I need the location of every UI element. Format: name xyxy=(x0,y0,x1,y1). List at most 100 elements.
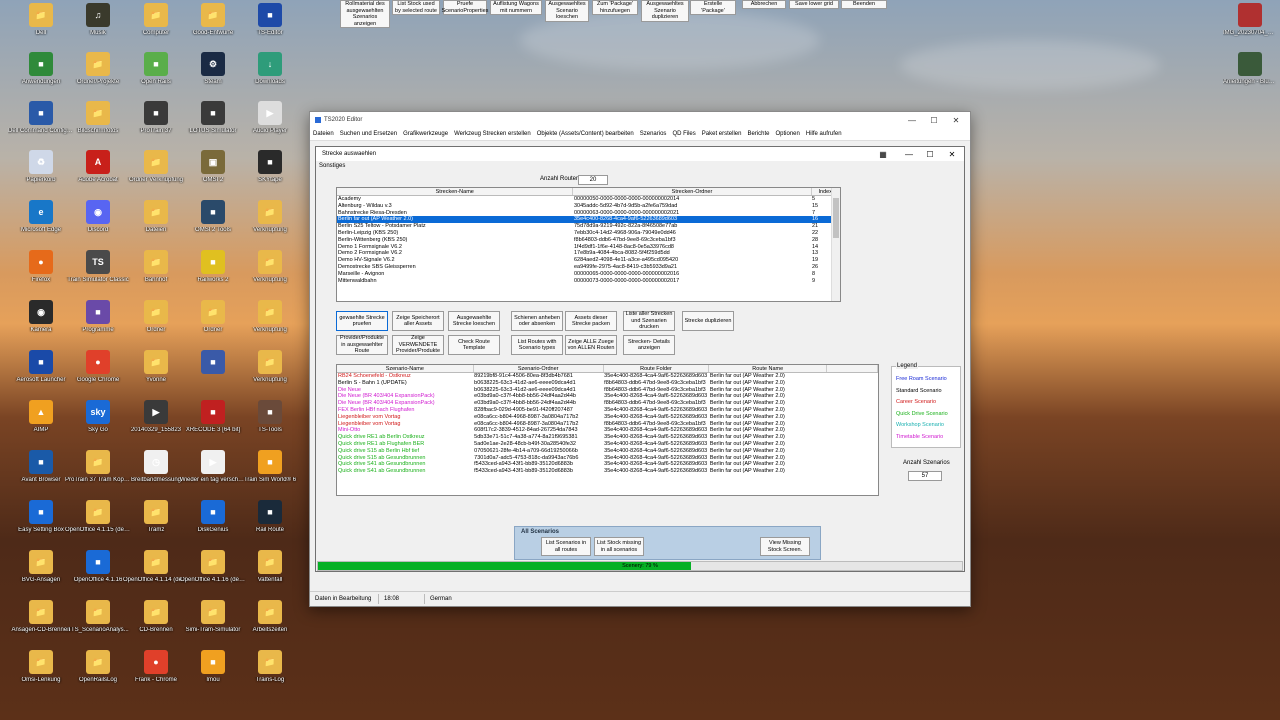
desktop-icon[interactable]: 📁 OpenRailsLog xyxy=(70,650,126,706)
desktop-icon[interactable]: ▶ 20140329_155823 xyxy=(128,400,184,456)
editor-titlebar[interactable]: TS2020 Editor — ☐ ✕ xyxy=(310,112,970,128)
menu-item[interactable]: Paket erstellen xyxy=(702,131,742,137)
pack-assets-button[interactable]: Assets dieser Strecke packen xyxy=(565,311,617,331)
desktop-icon[interactable]: 📁 Ordner xyxy=(185,300,241,356)
desktop-icon[interactable]: 📁 Simi-Tram-Simulator xyxy=(185,600,241,656)
menu-item[interactable]: Hilfe aufrufen xyxy=(806,131,842,137)
table-row[interactable]: Berlin-Wittenberg (KBS 250) f8b64803-ddb6… xyxy=(337,237,840,244)
desktop-icon[interactable]: 📁 ProTrain 37 Tram Köpenick xyxy=(65,450,131,506)
desktop-icon[interactable]: ▲ AIMP xyxy=(13,400,69,456)
providers-in-route-button[interactable]: Provider/Produkte in ausgewaehlter Route xyxy=(336,335,388,355)
desktop-icon[interactable]: ■ TS-Editor xyxy=(242,3,298,59)
desktop-icon[interactable]: 📁 Trains-Log xyxy=(242,650,298,706)
desktop-icon[interactable]: sky Sky Go xyxy=(70,400,126,456)
desktop-icon[interactable]: ↓ Downloads xyxy=(242,52,298,108)
table-row[interactable]: Quick drive RE1 ab Flughafen BER 5ad0e1ae… xyxy=(337,441,878,448)
menu-item[interactable]: Grafikwerkzeuge xyxy=(403,131,448,137)
list-stock-missing-button[interactable]: List Stock missing in all scenarios xyxy=(594,537,644,556)
layout-icon[interactable]: ▦ xyxy=(873,147,893,161)
column-header[interactable]: Strecken-Name xyxy=(337,188,574,196)
menu-item[interactable]: Optionen xyxy=(776,131,800,137)
menu-item[interactable]: Werkzeug Strecken erstellen xyxy=(454,131,531,137)
desktop-icon[interactable]: 📁 Verknüpfung xyxy=(242,300,298,356)
desktop-icon[interactable]: ■ Open Rails xyxy=(128,52,184,108)
menu-item[interactable]: Suchen und Ersetzen xyxy=(340,131,397,137)
table-row[interactable]: Demo 1 Formsignale V6.2 1f4d9df1-1f6e-414… xyxy=(337,244,840,251)
column-header[interactable]: Strecken-Ordner xyxy=(572,188,812,196)
desktop-icon[interactable]: ■ OpenOffice 4.1.16 xyxy=(70,550,126,606)
desktop-icon[interactable]: 📁 Good-Entwürfe xyxy=(185,3,241,59)
desktop-icon[interactable]: ■ Aerosoft Launcher xyxy=(13,350,69,406)
desktop-icon[interactable]: TS Train Simulator Classic xyxy=(67,250,129,306)
desktop-icon[interactable]: 📁 TTS_ScenarioAnalys... xyxy=(67,600,129,656)
print-list-button[interactable]: Liste aller Strecken und Szenarien druck… xyxy=(623,311,675,331)
desktop-icon[interactable]: ■ DiskGenius xyxy=(185,500,241,556)
menu-sonstiges[interactable]: Sonstiges xyxy=(316,161,964,171)
table-row[interactable]: Demo HV-Signale V6.2 6284aed2-4098-4e11-a… xyxy=(337,257,840,264)
table-row[interactable]: Demostrecke SBS Gleissperren ea9499fe-297… xyxy=(337,264,840,271)
table-row[interactable]: Mini-Otto 608f17c2-3839-4512-84ad-267254d… xyxy=(337,427,878,434)
desktop-icon[interactable]: ♫ Musik xyxy=(70,3,126,59)
desktop-icon[interactable]: ■ Easy Setting Box xyxy=(13,500,69,556)
desktop-icon[interactable]: ■ ProTrain 37 xyxy=(128,101,184,157)
list-routes-scenario-types-button[interactable]: List Routes with Scenario types xyxy=(511,335,563,355)
table-row[interactable]: Quick drive RE1 ab Berlin Ostkreuz 5db33e… xyxy=(337,434,878,441)
minimize-icon[interactable]: — xyxy=(901,112,923,128)
desktop-icon[interactable]: Anleitungen - Blüchs Blitz xyxy=(1222,52,1278,108)
desktop-icon[interactable]: 📁 BVG-Ansagen xyxy=(13,550,69,606)
dialog-minimize-icon[interactable]: — xyxy=(899,147,919,161)
table-row[interactable]: Berlin far out (AP Weather 2.0) 35e4c400-… xyxy=(337,216,840,224)
desktop-icon[interactable]: ● Google Chrome xyxy=(70,350,126,406)
route-details-button[interactable]: Strecken- Details anzeigen xyxy=(623,335,675,355)
desktop-icon[interactable]: ■ TS-Tools xyxy=(242,400,298,456)
desktop-icon[interactable]: 📁 Bahnhof xyxy=(128,250,184,306)
desktop-icon[interactable]: 📁 Vattenfall xyxy=(242,550,298,606)
show-used-providers-button[interactable]: Zeige VERWENDETE Provider/Produkte xyxy=(392,335,444,355)
dialog-close-icon[interactable]: ✕ xyxy=(942,147,962,161)
menu-item[interactable]: QD Files xyxy=(672,131,695,137)
dialog-button[interactable]: Pruefe ScenarioProperties xyxy=(442,0,488,15)
show-all-trains-button[interactable]: Zeige ALLE Zuege von ALLEN Routen xyxy=(565,335,617,355)
desktop-icon[interactable]: ● Firefox xyxy=(13,250,69,306)
desktop-icon[interactable]: 📁 Omsi-Lenkung xyxy=(13,650,69,706)
desktop-icon[interactable]: ◉ Discord xyxy=(70,200,126,256)
desktop-icon[interactable]: ■ Avant Browser xyxy=(13,450,69,506)
table-row[interactable]: Quick drive S15 ab Berlin Hbf tief 070506… xyxy=(337,448,878,455)
table-row[interactable]: Die Neue (BR 403/404 ExpansionPack) e03bd… xyxy=(337,400,878,407)
dialog-button[interactable]: List Stock used by selected route xyxy=(392,0,440,15)
delete-route-button[interactable]: Ausgewaehlte Strecke loeschen xyxy=(448,311,500,331)
dialog-button[interactable]: Auflistung Wagons mit nummern xyxy=(490,0,542,15)
desktop-icon[interactable]: IMG_20230704_W... xyxy=(1222,3,1278,59)
table-row[interactable]: Quick drive S15 ab Gesundbrunnen 7301d0a7… xyxy=(337,455,878,462)
desktop-icon[interactable]: 📁 Ordner/Projekte xyxy=(70,52,126,108)
desktop-icon[interactable]: ⚙ Steam xyxy=(185,52,241,108)
table-row[interactable]: FEX Berlin HBf nach Flughafen 828fbac9-02… xyxy=(337,407,878,414)
table-row[interactable]: Altenburg - Wildau v.3 3045addc-5d92-4b7d… xyxy=(337,203,840,210)
dialog-maximize-icon[interactable]: ☐ xyxy=(920,147,940,161)
desktop-icon[interactable]: ■ Railworks 2 xyxy=(185,250,241,306)
table-row[interactable]: Quick drive S41 ab Gesundbrunnen f5433ced… xyxy=(337,468,878,475)
table-row[interactable]: Marseille - Avignon 00000065-0000-0000-00… xyxy=(337,271,840,278)
desktop-icon[interactable]: ● Frank - Chrome xyxy=(128,650,184,706)
desktop-icon[interactable]: ■ Programme xyxy=(70,300,126,356)
desktop-icon[interactable]: 📁 Bildschirmfotos xyxy=(70,101,126,157)
table-row[interactable]: RB24 Schoenefeld - Ostkreuz 89219bf8-91c4… xyxy=(337,373,878,380)
table-row[interactable]: Berlin S - Bahn 1 (UPDATE) b0638225-63c3-… xyxy=(337,380,878,387)
table-row[interactable]: Liegenbleiber vom Vortag e08ca6cc-b804-49… xyxy=(337,414,878,421)
desktop-icon[interactable]: 📁 CD-Brennen xyxy=(128,600,184,656)
desktop-icon[interactable]: ◷ Breitbandmessung xyxy=(128,450,184,506)
table-row[interactable]: Academy 00000050-0000-0000-0000-000000002… xyxy=(337,196,840,203)
desktop-icon[interactable]: 📁OpenOffice 4.1.16 (de) Installation Fil… xyxy=(180,550,246,606)
desktop-icon[interactable]: 📁 Verknüpfung xyxy=(242,350,298,406)
desktop-icon[interactable]: 📁 Ansagen-CD-Brennen xyxy=(11,600,71,656)
desktop-icon[interactable]: 📁 Ordner xyxy=(128,300,184,356)
desktop-icon[interactable]: ▣ OMSI 2 xyxy=(185,150,241,206)
desktop-icon[interactable]: ■ OMSI 2 Tools xyxy=(185,200,241,256)
desktop-icon[interactable]: ▶ Audio Player xyxy=(242,101,298,157)
dialog-button[interactable]: Beenden xyxy=(841,0,887,9)
desktop-icon[interactable]: 📁 Ordner Verknüpfung xyxy=(128,150,184,206)
desktop-icon[interactable]: ■Dell Command Configure Wizard xyxy=(8,101,74,157)
desktop-icon[interactable]: 📁 Arbeitszeiten xyxy=(242,600,298,656)
show-asset-location-button[interactable]: Zeige Speicherort aller Assets xyxy=(392,311,444,331)
desktop-icon[interactable]: ■ Rail Route xyxy=(242,500,298,556)
